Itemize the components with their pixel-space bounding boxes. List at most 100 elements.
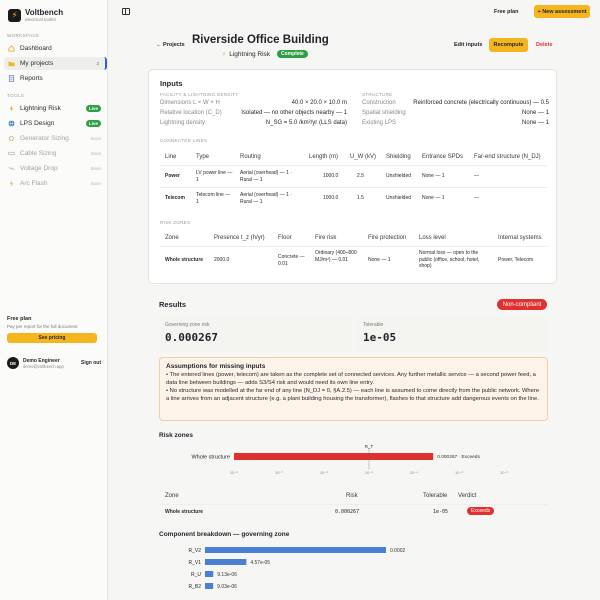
app-logo[interactable]: ⚡ Voltbench electrical toolkit: [8, 8, 63, 23]
line-shielding: Unshielded: [386, 195, 412, 201]
sidebar-item-arc-flash[interactable]: Arc Flash Soon: [4, 177, 107, 190]
tolerable-risk-label: Tolerable: [363, 322, 384, 328]
sidebar-item-label: Lightning Risk: [20, 105, 61, 112]
zone-loss-level: Normal loss — open to the public (office…: [419, 250, 480, 269]
assumptions-title: Assumptions for missing inputs: [166, 363, 266, 370]
sign-out-button[interactable]: Sign out: [81, 360, 101, 366]
component-breakdown-chart: R_V2 0.0002 R_V1 4.57e-05 R_U 9.13e-06 R_B2 9.0…: [188, 547, 406, 590]
app-name: Voltbench: [25, 8, 64, 17]
ruler-icon: [8, 151, 15, 156]
table-row: Power: [165, 173, 181, 179]
line-length: 1000.0: [323, 173, 339, 179]
tolerable-risk-card: Tolerable 1e-05: [357, 317, 548, 352]
line-uw: 2.5: [357, 173, 364, 179]
threshold-label: R_T: [365, 444, 374, 449]
sidebar-item-generator-sizing[interactable]: Generator Sizing Soon: [4, 132, 107, 145]
see-pricing-button[interactable]: See pricing: [7, 333, 97, 343]
tools-section-label: TOOLS: [7, 93, 25, 98]
line-shielding: Unshielded: [386, 173, 412, 179]
risk-chart-category-label: Whole structure: [191, 455, 230, 461]
sidebar-item-lightning-risk[interactable]: Lightning Risk Live: [4, 102, 107, 115]
line-length: 1000.0: [323, 195, 339, 201]
line-routing: Aerial (overhead) — 1 · Rural — 1: [240, 192, 292, 205]
sidebar: ⚡ Voltbench electrical toolkit WORKSPACE…: [0, 0, 108, 600]
line-far-end: —: [474, 173, 479, 179]
sidebar-item-cable-sizing[interactable]: Cable Sizing Soon: [4, 147, 107, 160]
risk-col-header: Zone: [165, 493, 179, 499]
soon-badge: Soon: [90, 151, 101, 156]
trend-down-icon: [8, 166, 15, 171]
zones-col-header: Fire protection: [368, 235, 407, 241]
report-icon: [8, 75, 15, 82]
risk-col-header: Verdict: [458, 493, 477, 499]
breadcrumb-projects[interactable]: ← Projects: [156, 42, 185, 48]
governing-risk-card: Governing zone risk 0.000267: [159, 317, 352, 352]
breakdown-bar: [205, 583, 214, 589]
risk-zone-chart: Whole structure 0.000267 · Exceeds R_T 10⁻⁸…: [191, 444, 509, 475]
plan-promo: Free plan Pay per report for the full do…: [7, 316, 101, 343]
app-tagline: electrical toolkit: [25, 17, 56, 22]
facility-section-label: FACILITY & LIGHTNING DENSITY: [160, 92, 239, 97]
line-uw: 1.5: [357, 195, 364, 201]
app-root: ⚡ Voltbench electrical toolkit WORKSPACE…: [0, 0, 600, 600]
lines-section-label: CONNECTED LINES: [160, 138, 208, 143]
edit-inputs-button[interactable]: Edit inputs: [454, 42, 482, 48]
risk-chart-tick-label: 10⁻⁸: [230, 470, 239, 475]
risk-chart-tick-label: 10⁻²: [500, 470, 509, 475]
structure-value: None — 1: [521, 110, 549, 116]
structure-value: Reinforced concrete (electrically contin…: [413, 100, 549, 106]
zone-fire-protection: None — 1: [368, 257, 391, 263]
sidebar-item-label: Generator Sizing: [20, 135, 69, 142]
lines-col-header: Entrance SPDs: [422, 154, 464, 160]
line-far-end: —: [474, 195, 479, 201]
risk-col-header: Risk: [346, 493, 358, 499]
zones-col-header: Floor: [278, 235, 292, 241]
breakdown-category-label: R_V2: [188, 548, 201, 554]
lightning-icon: [9, 105, 14, 112]
plan-description: Pay per report for the full document: [7, 324, 78, 329]
sidebar-toggle-icon[interactable]: [122, 8, 130, 15]
lines-col-header: Type: [196, 154, 210, 160]
line-spd: None — 1: [422, 195, 445, 201]
page-title: Riverside Office Building: [192, 34, 329, 46]
new-assessment-button[interactable]: + New assessment: [534, 5, 590, 18]
risk-col-header: Tolerable: [423, 493, 448, 499]
risk-value: 0.000267: [335, 509, 360, 515]
recompute-button[interactable]: Recompute: [489, 38, 528, 52]
lines-col-header: Routing: [240, 154, 261, 160]
lines-col-header: Shielding: [386, 154, 411, 160]
gear-icon: [8, 135, 15, 142]
avatar[interactable]: DE: [7, 357, 19, 369]
live-badge: Live: [85, 120, 101, 127]
sidebar-item-reports[interactable]: Reports: [4, 72, 107, 85]
zones-col-header: Internal systems: [498, 235, 542, 241]
zones-col-header: Fire risk: [315, 235, 337, 241]
sidebar-item-label: Arc Flash: [20, 180, 48, 187]
risk-chart-bar: [234, 453, 434, 460]
sidebar-item-voltage-drop[interactable]: Voltage Drop Soon: [4, 162, 107, 175]
delete-button[interactable]: Delete: [536, 42, 553, 48]
sidebar-item-label: My projects: [20, 60, 54, 67]
plan-title: Free plan: [7, 316, 32, 322]
tool-name: Lightning Risk: [229, 50, 271, 58]
breakdown-value-label: 9.03e-06: [217, 584, 237, 590]
facility-key: Lightning density: [160, 120, 206, 126]
line-routing: Aerial (overhead) — 1 · Rural — 1: [240, 170, 292, 183]
assumptions-box: Assumptions for missing inputs • The ent…: [159, 357, 548, 421]
user-name: Demo Engineer: [23, 357, 60, 364]
sidebar-item-my-projects[interactable]: My projects 2: [4, 57, 107, 70]
soon-badge: Soon: [90, 181, 101, 186]
breakdown-bar: [205, 559, 247, 565]
projects-count-badge: 2: [96, 61, 99, 66]
sidebar-item-lps-design[interactable]: LPS Design Live: [4, 117, 107, 130]
sidebar-item-dashboard[interactable]: Dashboard: [4, 42, 107, 55]
soon-badge: Soon: [90, 136, 101, 141]
zone-internal-systems: Power, Telecom: [498, 257, 534, 263]
main-content: Free plan + New assessment ← Projects Ri…: [108, 0, 600, 600]
table-row: Whole structure: [165, 509, 204, 515]
line-spd: None — 1: [422, 173, 445, 179]
line-type: LV power line — 1: [196, 170, 233, 183]
zones-section-label: RISK ZONES: [160, 220, 191, 225]
free-plan-button[interactable]: Free plan: [489, 6, 523, 18]
sidebar-item-label: Cable Sizing: [20, 150, 57, 157]
